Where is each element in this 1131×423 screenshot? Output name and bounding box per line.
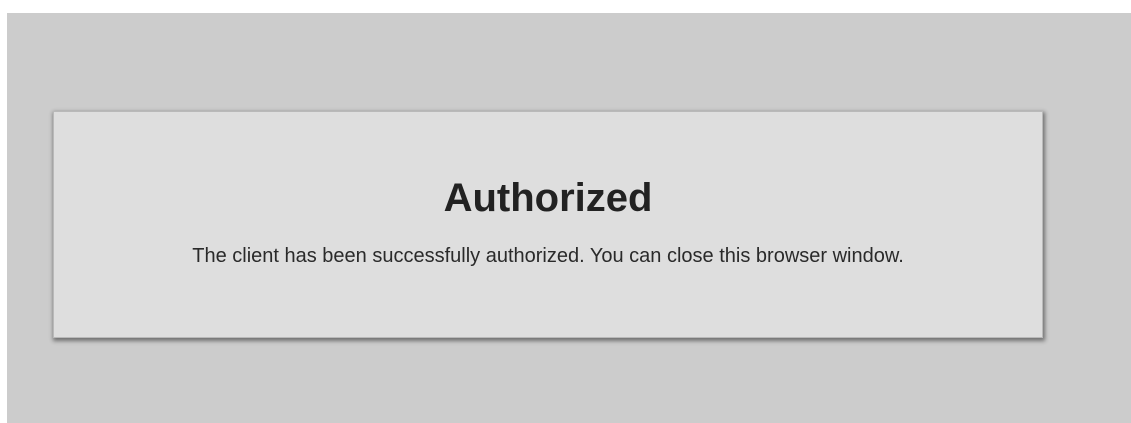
authorization-card: Authorized The client has been successfu… — [53, 111, 1043, 338]
card-title: Authorized — [443, 176, 653, 220]
authorization-message: The client has been successfully authori… — [192, 245, 904, 267]
page-background: Authorized The client has been successfu… — [7, 13, 1131, 423]
